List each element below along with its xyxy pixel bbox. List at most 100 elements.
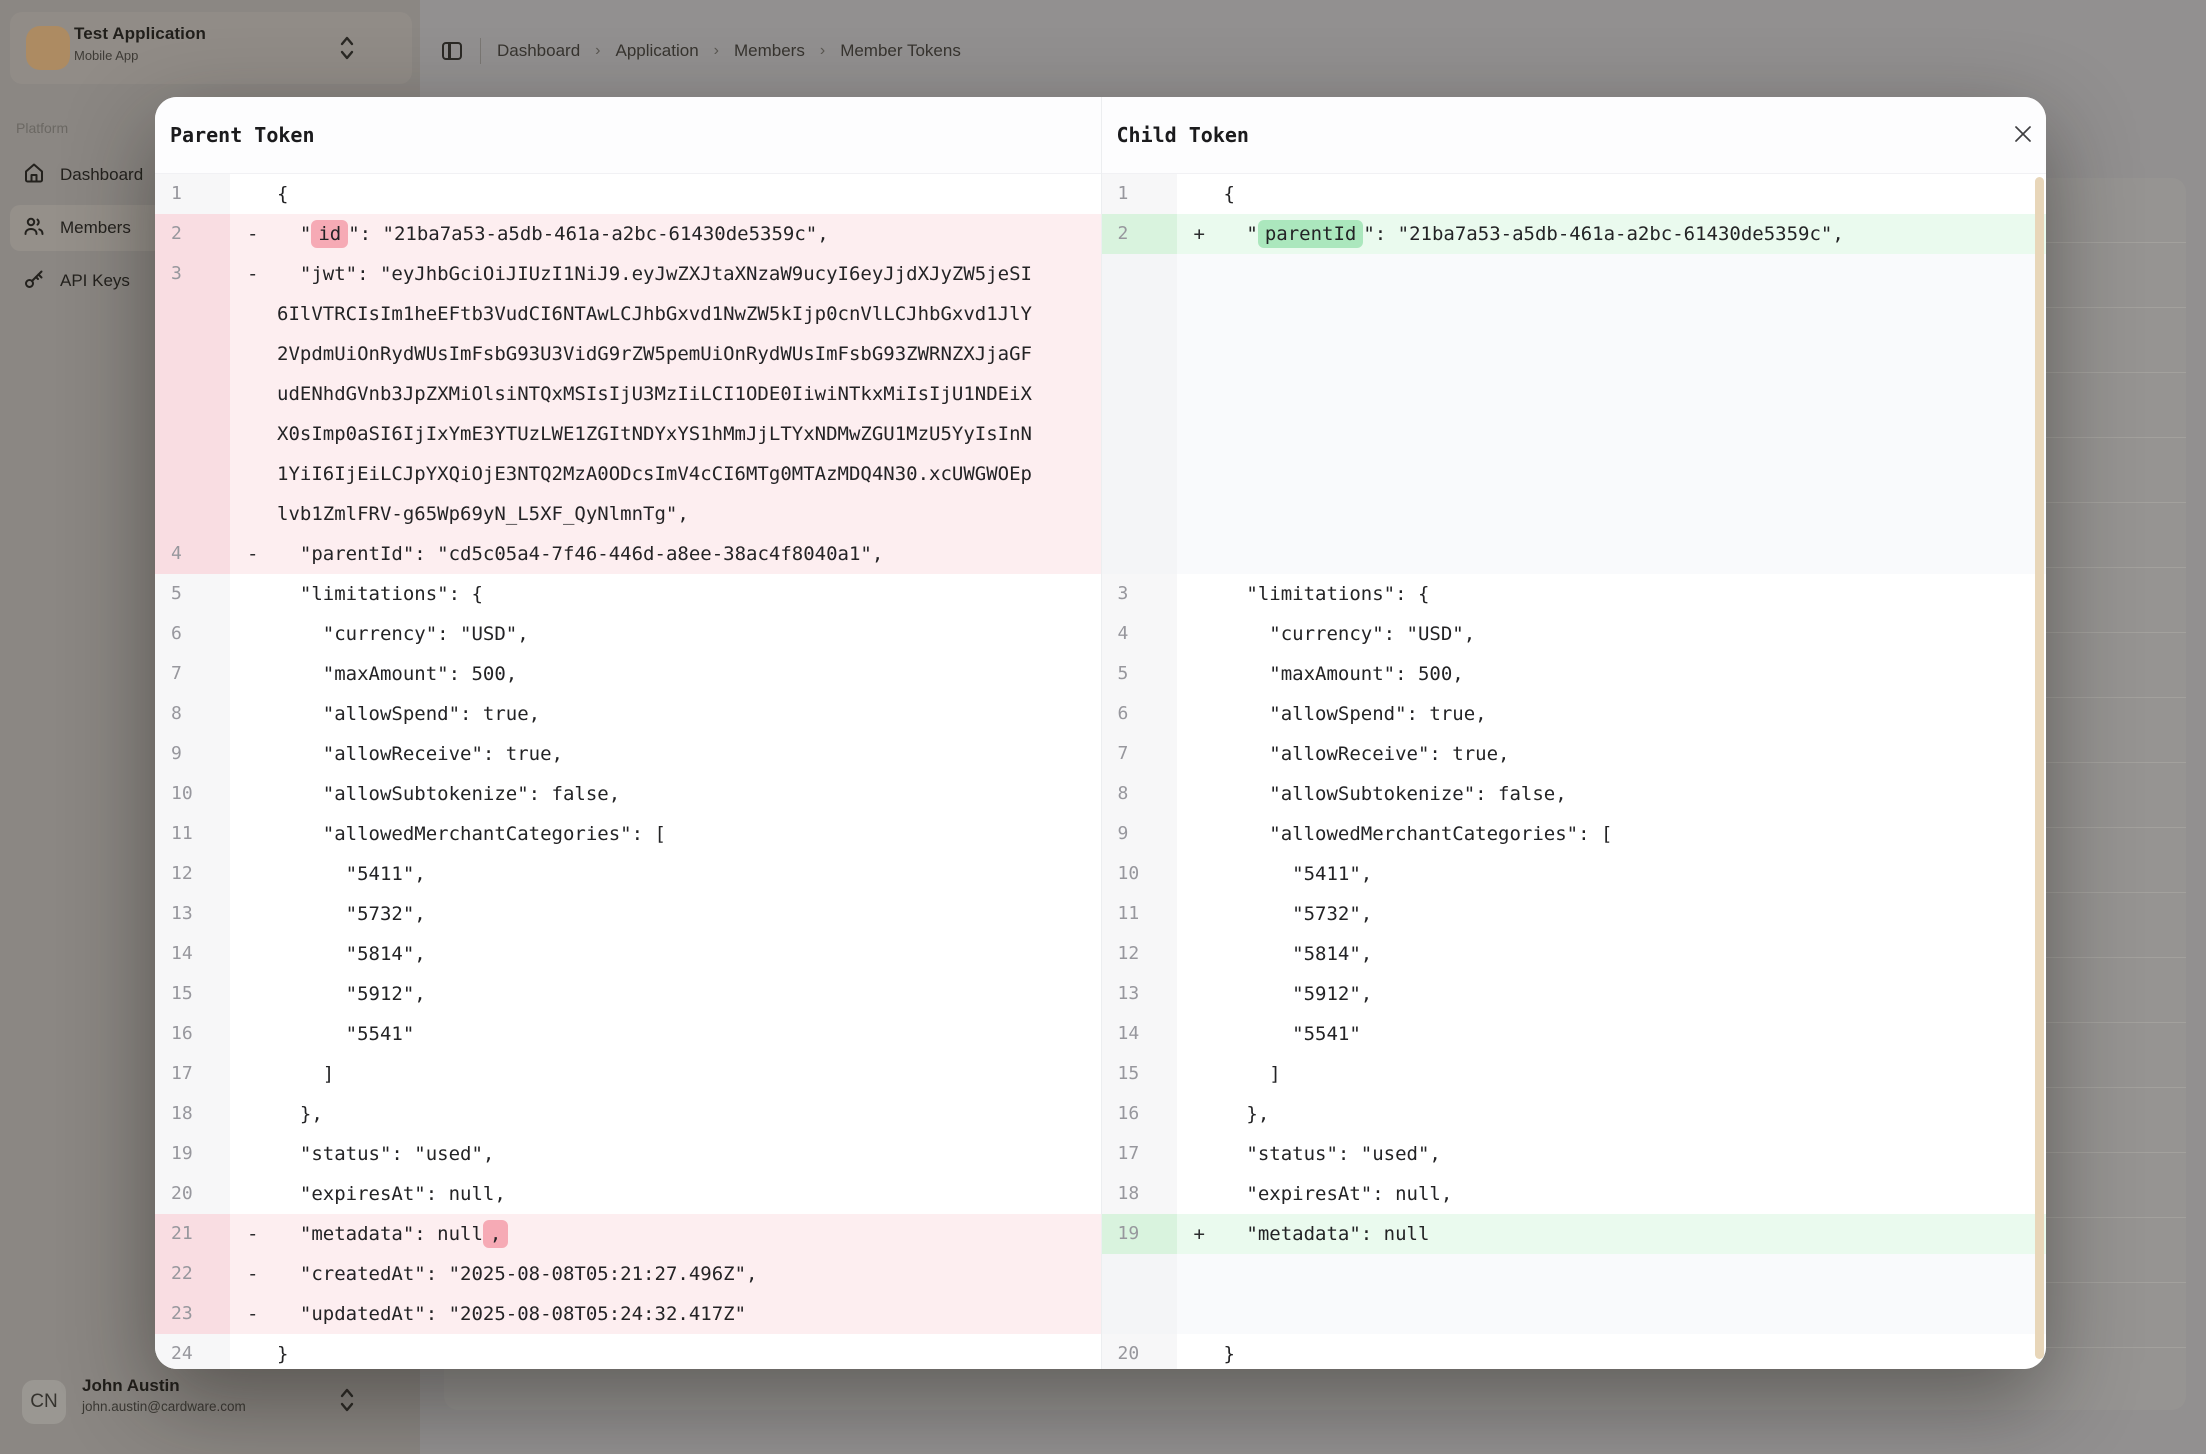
diff-code: ] (1224, 1054, 1981, 1094)
diff-filler (1102, 1254, 2047, 1334)
diff-code: "5814", (1224, 934, 1981, 974)
diff-line: 19 "status": "used", (155, 1134, 1101, 1174)
line-number: 12 (155, 854, 230, 894)
diff-code: "5411", (277, 854, 1034, 894)
modal-scrollbar[interactable] (2035, 177, 2044, 1359)
line-number: 20 (155, 1174, 230, 1214)
diff-line: 16 }, (1102, 1094, 2047, 1134)
line-number: 2 (1102, 214, 1177, 254)
user-email: john.austin@cardware.com (82, 1399, 246, 1414)
diff-code: "currency": "USD", (1224, 614, 1981, 654)
diff-line: 20} (1102, 1334, 2047, 1369)
chevron-updown-icon (338, 34, 356, 62)
sidebar-section-label: Platform (16, 120, 68, 136)
chevron-updown-icon (338, 1386, 356, 1414)
diff-code: "parentId": "21ba7a53-a5db-461a-a2bc-614… (1224, 214, 1981, 254)
diff-line: 15 "5912", (155, 974, 1101, 1014)
inline-diff-highlight: , (483, 1220, 508, 1248)
line-number: 3 (1102, 574, 1177, 614)
app-selector[interactable]: Test Application Mobile App (10, 12, 412, 84)
line-number: 13 (155, 894, 230, 934)
line-number: 24 (155, 1334, 230, 1369)
diff-marker: - (230, 1214, 277, 1254)
diff-code: "5814", (277, 934, 1034, 974)
line-number: 18 (1102, 1174, 1177, 1214)
diff-code: "updatedAt": "2025-08-08T05:24:32.417Z" (277, 1294, 1034, 1334)
line-number: 13 (1102, 974, 1177, 1014)
diff-marker: + (1177, 214, 1224, 254)
diff-code: "5541" (277, 1014, 1034, 1054)
diff-marker: + (1177, 1214, 1224, 1254)
diff-code: "5912", (277, 974, 1034, 1014)
diff-code: } (1224, 1334, 1981, 1369)
diff-line: 11 "allowedMerchantCategories": [ (155, 814, 1101, 854)
diff-code: "jwt": "eyJhbGciOiJIUzI1NiJ9.eyJwZXJtaXN… (277, 254, 1034, 534)
line-number: 15 (155, 974, 230, 1014)
diff-line: 24} (155, 1334, 1101, 1369)
breadcrumb-item[interactable]: Members (734, 41, 805, 61)
line-number: 16 (155, 1014, 230, 1054)
child-token-diff: 1{2+ "parentId": "21ba7a53-a5db-461a-a2b… (1102, 174, 2047, 1369)
diff-line: 20 "expiresAt": null, (155, 1174, 1101, 1214)
diff-line: 1{ (1102, 174, 2047, 214)
diff-code: "allowReceive": true, (277, 734, 1034, 774)
parent-token-title: Parent Token (170, 123, 315, 147)
line-number: 8 (1102, 774, 1177, 814)
parent-token-pane: Parent Token 1{2- "id": "21ba7a53-a5db-4… (155, 97, 1101, 1369)
diff-line: 8 "allowSubtokenize": false, (1102, 774, 2047, 814)
diff-marker: - (230, 254, 277, 294)
line-number: 1 (1102, 174, 1177, 214)
diff-code: "metadata": null (1224, 1214, 1981, 1254)
user-menu[interactable]: CN John Austin john.austin@cardware.com (10, 1376, 412, 1436)
diff-code: "expiresAt": null, (277, 1174, 1034, 1214)
line-number: 21 (155, 1214, 230, 1254)
diff-line: 2- "id": "21ba7a53-a5db-461a-a2bc-61430d… (155, 214, 1101, 254)
diff-line: 18 "expiresAt": null, (1102, 1174, 2047, 1214)
diff-code: "id": "21ba7a53-a5db-461a-a2bc-61430de53… (277, 214, 1034, 254)
diff-marker: - (230, 1254, 277, 1294)
line-number: 3 (155, 254, 230, 534)
diff-line: 2+ "parentId": "21ba7a53-a5db-461a-a2bc-… (1102, 214, 2047, 254)
diff-marker: - (230, 214, 277, 254)
breadcrumb-item: Member Tokens (840, 41, 961, 61)
diff-line: 8 "allowSpend": true, (155, 694, 1101, 734)
parent-token-header: Parent Token (155, 97, 1101, 174)
line-number: 14 (1102, 1014, 1177, 1054)
line-number: 8 (155, 694, 230, 734)
breadcrumb-item[interactable]: Application (616, 41, 699, 61)
diff-code: { (1224, 174, 1981, 214)
diff-line: 14 "5814", (155, 934, 1101, 974)
breadcrumb-item[interactable]: Dashboard (497, 41, 580, 61)
diff-line: 19+ "metadata": null (1102, 1214, 2047, 1254)
diff-line: 10 "allowSubtokenize": false, (155, 774, 1101, 814)
diff-code: "5411", (1224, 854, 1981, 894)
line-number: 9 (155, 734, 230, 774)
diff-code: "status": "used", (277, 1134, 1034, 1174)
topbar-divider (480, 38, 481, 64)
close-icon[interactable] (2012, 123, 2034, 145)
diff-marker: - (230, 534, 277, 574)
line-number: 11 (1102, 894, 1177, 934)
line-number: 7 (155, 654, 230, 694)
diff-code: "maxAmount": 500, (277, 654, 1034, 694)
diff-line: 17 ] (155, 1054, 1101, 1094)
breadcrumb: Dashboard›Application›Members›Member Tok… (497, 41, 961, 61)
diff-line: 9 "allowedMerchantCategories": [ (1102, 814, 2047, 854)
line-number: 22 (155, 1254, 230, 1294)
sidebar-toggle-icon[interactable] (440, 39, 464, 63)
diff-line: 4 "currency": "USD", (1102, 614, 2047, 654)
home-icon (22, 161, 46, 190)
diff-line: 21- "metadata": null, (155, 1214, 1101, 1254)
diff-code: ] (277, 1054, 1034, 1094)
diff-code: "parentId": "cd5c05a4-7f46-446d-a8ee-38a… (277, 534, 1034, 574)
line-number: 15 (1102, 1054, 1177, 1094)
diff-line: 11 "5732", (1102, 894, 2047, 934)
diff-line: 15 ] (1102, 1054, 2047, 1094)
inline-diff-highlight: id (311, 220, 348, 248)
line-number (1102, 254, 1177, 574)
diff-line: 3- "jwt": "eyJhbGciOiJIUzI1NiJ9.eyJwZXJt… (155, 254, 1101, 534)
user-avatar: CN (22, 1380, 66, 1424)
diff-line: 16 "5541" (155, 1014, 1101, 1054)
diff-code: { (277, 174, 1034, 214)
diff-line: 17 "status": "used", (1102, 1134, 2047, 1174)
